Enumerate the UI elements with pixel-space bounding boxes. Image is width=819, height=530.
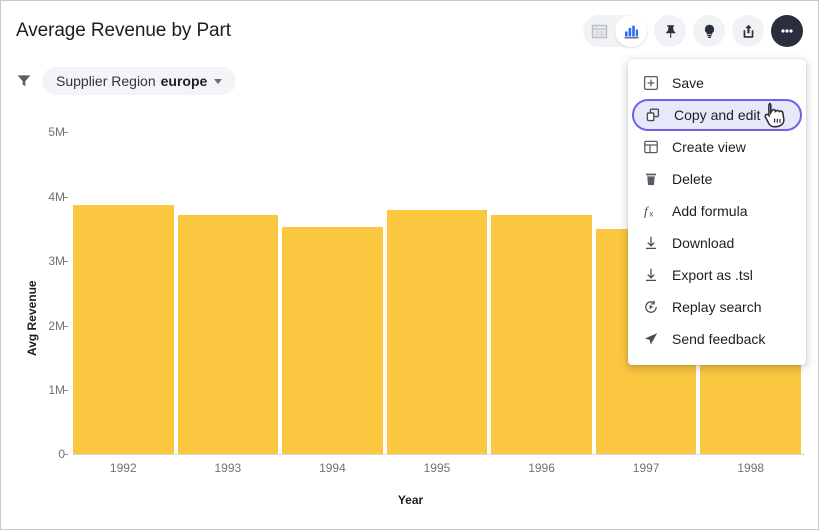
menu-item-label: Delete (672, 171, 712, 187)
toolbar (583, 15, 803, 47)
y-tick-mark (64, 132, 68, 133)
y-tick-mark (64, 454, 68, 455)
menu-item-label: Save (672, 75, 704, 91)
trash-icon (642, 170, 660, 188)
menu-item-copy-and-edit[interactable]: Copy and edit (632, 99, 802, 131)
x-axis-label: Year (1, 493, 819, 507)
menu-item-label: Create view (672, 139, 746, 155)
bar-1995[interactable] (387, 210, 488, 454)
menu-item-label: Download (672, 235, 734, 251)
menu-item-label: Add formula (672, 203, 747, 219)
more-options-menu: Save Copy and edit Create view (628, 59, 806, 365)
table-view-icon[interactable] (583, 15, 615, 47)
x-tick-label: 1998 (700, 461, 801, 475)
bar-1993[interactable] (178, 215, 279, 454)
chevron-down-icon (214, 79, 222, 84)
menu-item-export-as-tsl[interactable]: Export as .tsl (628, 259, 806, 291)
x-tick-label: 1992 (73, 461, 174, 475)
create-view-icon (642, 138, 660, 156)
x-tick-label: 1996 (491, 461, 592, 475)
menu-item-label: Copy and edit (674, 107, 760, 123)
download-icon (642, 234, 660, 252)
y-tick-mark (64, 197, 68, 198)
menu-item-save[interactable]: Save (628, 67, 806, 99)
y-tick-mark (64, 261, 68, 262)
copy-icon (644, 106, 662, 124)
x-tick-label: 1994 (282, 461, 383, 475)
chart-view-icon[interactable] (615, 15, 647, 47)
save-icon (642, 74, 660, 92)
page-title: Average Revenue by Part (16, 20, 231, 42)
formula-icon: f x (642, 202, 660, 220)
y-tick-label: 2M (19, 319, 65, 333)
visualization-card: Average Revenue by Part (0, 0, 819, 530)
insights-icon[interactable] (693, 15, 725, 47)
filter-chip-label: Supplier Region (56, 73, 156, 89)
bar-1996[interactable] (491, 215, 592, 454)
download-icon (642, 266, 660, 284)
y-tick-label: 3M (19, 254, 65, 268)
bar-1992[interactable] (73, 205, 174, 454)
replay-icon (642, 298, 660, 316)
x-axis-ticks: 1992 19931994 19951996 19971998 (73, 457, 805, 479)
x-tick-label: 1993 (178, 461, 279, 475)
y-tick-label: 5M (19, 125, 65, 139)
menu-item-create-view[interactable]: Create view (628, 131, 806, 163)
view-toggle-group (583, 15, 647, 47)
menu-item-label: Replay search (672, 299, 762, 315)
menu-item-send-feedback[interactable]: Send feedback (628, 323, 806, 355)
menu-item-replay-search[interactable]: Replay search (628, 291, 806, 323)
y-tick-mark (64, 326, 68, 327)
bar-1994[interactable] (282, 227, 383, 454)
card-header: Average Revenue by Part (1, 1, 818, 59)
y-tick-mark (64, 390, 68, 391)
menu-item-delete[interactable]: Delete (628, 163, 806, 195)
x-axis-line (73, 454, 805, 455)
share-icon[interactable] (732, 15, 764, 47)
send-icon (642, 330, 660, 348)
filter-bar: Supplier Region europe (16, 67, 236, 95)
menu-item-label: Send feedback (672, 331, 765, 347)
pin-icon[interactable] (654, 15, 686, 47)
y-tick-label: 1M (19, 383, 65, 397)
menu-item-download[interactable]: Download (628, 227, 806, 259)
menu-item-label: Export as .tsl (672, 267, 753, 283)
y-tick-label: 0 (19, 447, 65, 461)
menu-item-add-formula[interactable]: f x Add formula (628, 195, 806, 227)
filter-icon[interactable] (16, 73, 32, 89)
filter-chip-supplier-region[interactable]: Supplier Region europe (42, 67, 236, 95)
x-tick-label: 1995 (387, 461, 488, 475)
filter-chip-value: europe (161, 73, 208, 89)
svg-text:x: x (649, 210, 653, 219)
x-tick-label: 1997 (596, 461, 697, 475)
y-tick-label: 4M (19, 190, 65, 204)
y-axis-ticks: 5M 4M 3M 2M 1M 0 (1, 101, 65, 461)
more-options-icon[interactable] (771, 15, 803, 47)
